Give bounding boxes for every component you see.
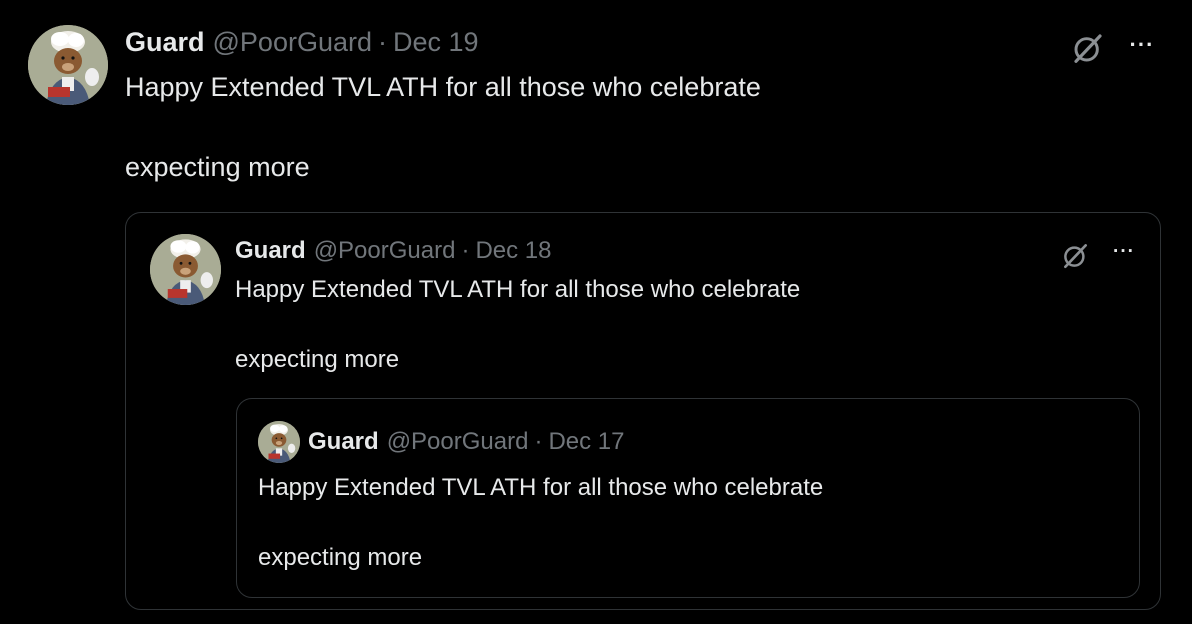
quoted-more-options-button[interactable]: ··· [1104, 238, 1144, 264]
bear-avatar-icon [150, 234, 221, 305]
quoted-text-line2: expecting more [235, 346, 400, 373]
quoted-author-avatar[interactable] [150, 234, 221, 305]
bear-avatar-icon [258, 421, 300, 463]
header-separator: · [378, 27, 387, 57]
bear-avatar-icon [28, 25, 108, 105]
author-name[interactable]: Guard [125, 27, 205, 58]
nested-tweet-date[interactable]: Dec 17 [548, 428, 624, 456]
quoted-author-handle[interactable]: @PoorGuard [314, 237, 456, 265]
author-handle[interactable]: @PoorGuard [213, 27, 372, 58]
tweet-header: Guard @PoorGuard · Dec 19 [125, 27, 479, 58]
quoted-tweet-header: Guard @PoorGuard · Dec 18 [235, 237, 552, 265]
tweet-date[interactable]: Dec 19 [393, 27, 479, 58]
author-avatar[interactable] [28, 25, 108, 105]
nested-text-line1: Happy Extended TVL ATH for all those who… [258, 474, 824, 501]
nested-author-avatar[interactable] [258, 421, 300, 463]
nested-author-name[interactable]: Guard [308, 428, 379, 456]
grok-button[interactable] [1068, 28, 1108, 68]
quoted-author-name[interactable]: Guard [235, 237, 306, 265]
nested-author-handle[interactable]: @PoorGuard [387, 428, 529, 456]
grok-icon [1074, 34, 1102, 63]
nested-tweet-header: Guard @PoorGuard · Dec 17 [308, 428, 625, 456]
nested-text-line2: expecting more [258, 544, 423, 571]
grok-icon [1063, 243, 1087, 268]
nested-header-separator: · [534, 428, 543, 455]
quoted-tweet-date[interactable]: Dec 18 [475, 237, 551, 265]
quoted-grok-button[interactable] [1058, 238, 1092, 272]
quoted-header-separator: · [461, 237, 470, 264]
tweet-view: Guard @PoorGuard · Dec 19 ··· Happy Exte… [0, 0, 1192, 624]
tweet-text-line2: expecting more [125, 152, 310, 182]
quoted-text-line1: Happy Extended TVL ATH for all those who… [235, 276, 801, 303]
more-options-button[interactable]: ··· [1120, 30, 1164, 60]
tweet-text-line1: Happy Extended TVL ATH for all those who… [125, 72, 761, 102]
